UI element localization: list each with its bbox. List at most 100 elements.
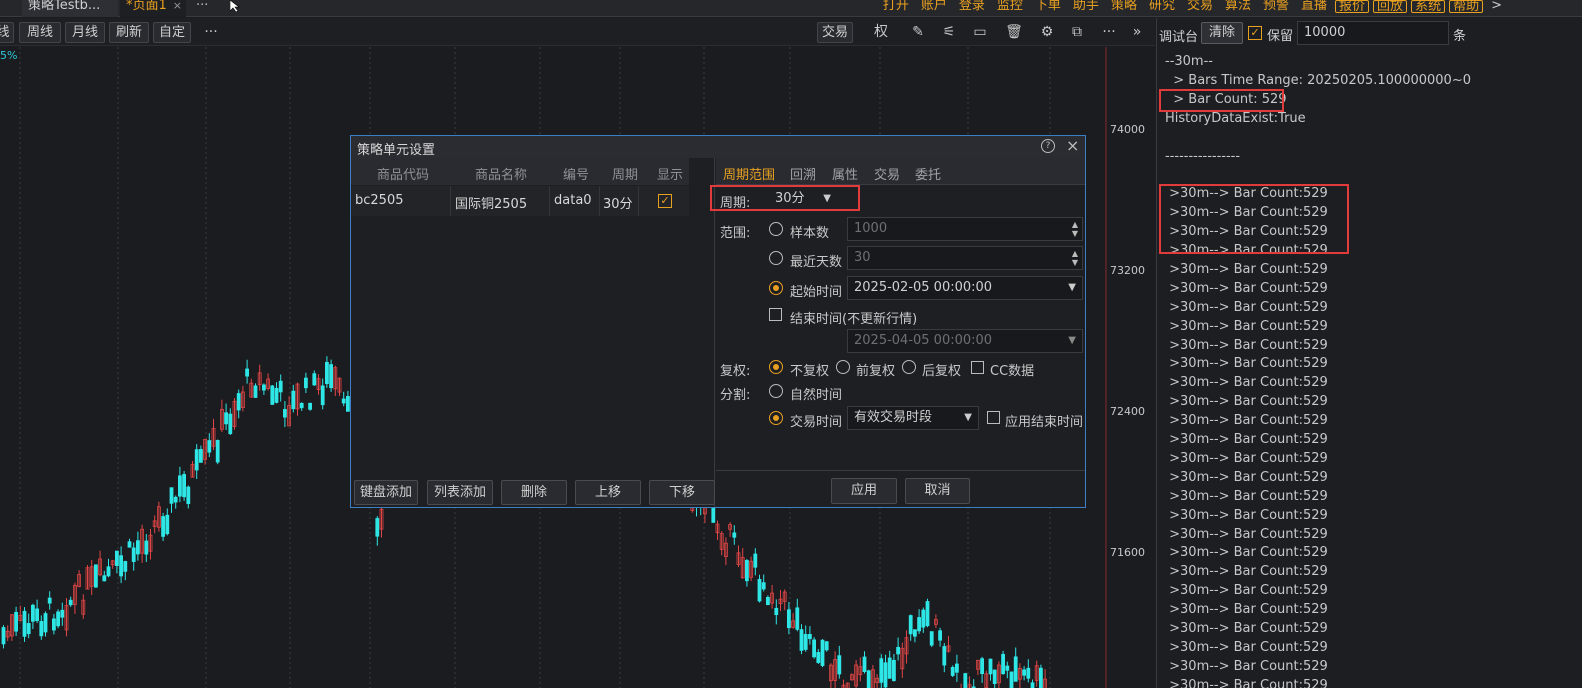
backward-adjust-radio[interactable] — [902, 360, 916, 374]
tab-trade[interactable]: 交易 — [874, 164, 900, 183]
no-adjust-radio[interactable] — [769, 360, 783, 374]
refresh-button[interactable]: 刷新 — [109, 22, 149, 43]
close-icon[interactable]: × — [173, 0, 182, 12]
debug-line: >30m--> Bar Count:529 — [1165, 564, 1328, 580]
candle-body — [345, 396, 350, 412]
expand-icon[interactable]: » — [1128, 22, 1146, 43]
trade-button[interactable]: 交易 — [817, 22, 853, 43]
recent-days-radio[interactable] — [769, 251, 783, 265]
recent-days-input[interactable]: 30 ▲ ▼ — [847, 246, 1083, 270]
top-menu-item[interactable]: 策略 — [1105, 0, 1143, 17]
help-icon[interactable]: ? — [1041, 139, 1055, 153]
month-line-button[interactable]: 月线 — [65, 22, 105, 43]
keep-count-input[interactable]: 10000 — [1297, 21, 1449, 45]
top-menu-item[interactable]: 回放 — [1373, 0, 1408, 13]
top-menu-item[interactable]: 系统 — [1411, 0, 1446, 13]
show-checkbox[interactable]: ✓ — [658, 194, 672, 208]
candle-body — [1001, 653, 1005, 675]
close-icon[interactable]: × — [1066, 136, 1079, 155]
debug-line: >30m--> Bar Count:529 — [1165, 280, 1328, 296]
window-icon[interactable]: ⧉ — [1068, 22, 1086, 43]
trade-time-radio[interactable] — [769, 411, 783, 425]
cancel-button[interactable]: 取消 — [905, 478, 970, 504]
delete-button[interactable]: 删除 — [501, 480, 567, 505]
keyboard-add-button[interactable]: 键盘添加 — [354, 480, 418, 505]
candle-body — [47, 597, 52, 604]
percent-label: 5% — [0, 49, 18, 62]
chevron-down-icon: ▼ — [1068, 282, 1076, 293]
top-menu-item[interactable]: 报价 — [1335, 0, 1370, 13]
day-line-button[interactable]: 线 — [0, 22, 14, 43]
highlight-box — [710, 185, 860, 211]
tab-backtrack[interactable]: 回溯 — [790, 164, 816, 183]
spinner-icon[interactable]: ▲ ▼ — [1072, 220, 1078, 238]
natural-time-radio[interactable] — [769, 384, 783, 398]
cc-data-checkbox[interactable] — [971, 361, 984, 374]
tab-page1[interactable]: *页面1 × — [120, 0, 186, 17]
week-line-button[interactable]: 周线 — [19, 22, 61, 43]
top-menu-item[interactable]: 直播 — [1295, 0, 1333, 17]
tab-order[interactable]: 委托 — [915, 164, 941, 183]
candle-body — [812, 639, 816, 658]
candle-body — [1022, 669, 1026, 676]
keep-checkbox[interactable]: ✓ — [1248, 26, 1262, 40]
table-row[interactable]: bc2505 国际铜2505 data0 30分 ✓ — [351, 186, 689, 216]
candle-body — [820, 639, 825, 666]
tab-period-range[interactable]: 周期范围 — [723, 164, 775, 183]
candle-body — [198, 449, 203, 463]
sliders-icon[interactable]: ⚟ — [940, 22, 958, 43]
custom-button[interactable]: 自定 — [153, 22, 191, 43]
clear-button[interactable]: 清除 — [1201, 22, 1243, 44]
top-menu-item[interactable]: 交易 — [1181, 0, 1219, 17]
start-time-input[interactable]: 2025-02-05 00:00:00 ▼ — [847, 276, 1083, 300]
settings-icon[interactable]: ⚙ — [1038, 22, 1056, 43]
top-menu-item[interactable]: 监控 — [991, 0, 1029, 17]
trash-icon[interactable]: 🗑 — [1005, 22, 1023, 43]
apply-end-time-checkbox[interactable] — [987, 411, 1000, 424]
start-time-radio[interactable] — [769, 281, 783, 295]
end-time-input[interactable]: 2025-04-05 00:00:00 ▼ — [847, 329, 1083, 353]
forward-adjust-radio[interactable] — [836, 360, 850, 374]
dialog-titlebar[interactable]: 策略单元设置 ? × — [351, 136, 1085, 158]
debug-line: ---------------- — [1165, 148, 1241, 164]
debug-line: >30m--> Bar Count:529 — [1165, 658, 1328, 674]
top-menu-item[interactable]: 登录 — [953, 0, 991, 17]
top-menu-item[interactable]: 预警 — [1257, 0, 1295, 17]
top-menu-item[interactable]: 打开 — [877, 0, 915, 17]
trade-segment-select[interactable]: 有效交易时段 ▼ — [847, 406, 979, 430]
top-menu-item[interactable]: 研究 — [1143, 0, 1181, 17]
more-icon[interactable]: ··· — [190, 0, 214, 17]
strategy-unit-dialog: 策略单元设置 ? × 商品代码 商品名称 编号 周期 显示 bc2505 国际铜… — [350, 135, 1086, 508]
sample-input[interactable]: 1000 ▲ ▼ — [847, 217, 1083, 241]
move-down-button[interactable]: 下移 — [649, 480, 715, 505]
top-menu-item[interactable]: 算法 — [1219, 0, 1257, 17]
list-add-button[interactable]: 列表添加 — [427, 480, 493, 505]
candle-body — [745, 560, 749, 582]
spinner-icon[interactable]: ▲ ▼ — [1072, 249, 1078, 267]
top-menu-item[interactable]: 下单 — [1029, 0, 1067, 17]
candle-body — [194, 449, 199, 471]
candle-body — [282, 409, 287, 418]
cell-name: 国际铜2505 — [455, 197, 528, 212]
layout-icon[interactable]: ▭ — [971, 22, 989, 43]
pencil-icon[interactable]: ✎ — [909, 22, 927, 43]
top-menu-item[interactable]: 账户 — [915, 0, 953, 17]
tab-properties[interactable]: 属性 — [832, 164, 858, 183]
candle-body — [303, 377, 308, 389]
move-up-button[interactable]: 上移 — [575, 480, 641, 505]
y-tick-label: 71600 — [1110, 546, 1145, 559]
start-time-value: 2025-02-05 00:00:00 — [854, 280, 993, 295]
top-menu-item[interactable]: 助手 — [1067, 0, 1105, 17]
tab-strategy-test[interactable]: 策略Testb... — [22, 0, 118, 17]
rights-label[interactable]: 权 — [872, 22, 890, 43]
debug-line: >30m--> Bar Count:529 — [1165, 450, 1328, 466]
top-menu-item[interactable]: 帮助 — [1449, 0, 1484, 13]
apply-button[interactable]: 应用 — [831, 478, 897, 504]
sample-radio[interactable] — [769, 222, 783, 236]
more-icon[interactable]: ··· — [202, 22, 220, 43]
chevron-right-icon[interactable]: > — [1485, 0, 1508, 17]
candle-body — [22, 610, 27, 637]
more-icon[interactable]: ··· — [1100, 22, 1118, 43]
end-time-checkbox[interactable] — [769, 308, 782, 321]
grid-header: 商品代码 商品名称 编号 周期 显示 — [351, 158, 689, 185]
